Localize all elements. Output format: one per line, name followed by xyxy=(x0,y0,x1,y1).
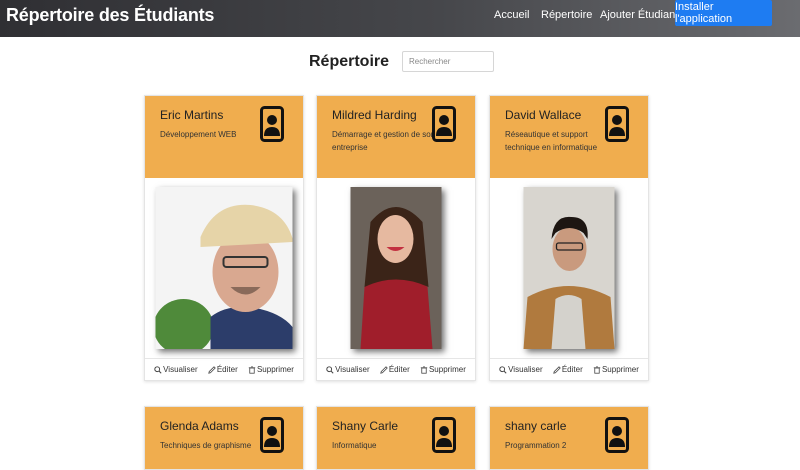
contact-card-icon xyxy=(605,106,629,142)
student-name: Mildred Harding xyxy=(332,108,417,122)
contact-card-icon xyxy=(432,417,456,453)
student-card: David Wallace Réseautique et support tec… xyxy=(489,95,649,381)
pencil-icon xyxy=(380,366,388,374)
card-photo-area xyxy=(317,178,475,358)
pencil-icon xyxy=(553,366,561,374)
card-header: Eric Martins Développement WEB xyxy=(145,96,303,178)
edit-button[interactable]: Éditer xyxy=(208,365,238,374)
search-input[interactable] xyxy=(402,51,494,72)
install-app-button[interactable]: Installer l'application xyxy=(675,0,772,26)
card-photo-area xyxy=(490,178,648,358)
student-program: Programmation 2 xyxy=(505,441,567,450)
student-card: Eric Martins Développement WEB Visualise… xyxy=(144,95,304,381)
nav-link-accueil[interactable]: Accueil xyxy=(494,9,529,21)
student-photo xyxy=(523,187,615,349)
student-program: Développement WEB xyxy=(160,130,237,139)
page-title: Répertoire xyxy=(309,53,390,70)
delete-button[interactable]: Supprimer xyxy=(420,365,466,374)
app-brand[interactable]: Répertoire des Étudiants xyxy=(6,5,214,26)
card-header: David Wallace Réseautique et support tec… xyxy=(490,96,648,178)
contact-card-icon xyxy=(260,417,284,453)
edit-button[interactable]: Éditer xyxy=(380,365,410,374)
card-actions: Visualiser Éditer Supprimer xyxy=(490,358,648,380)
student-name: Shany Carle xyxy=(332,419,399,433)
search-icon xyxy=(326,366,334,374)
pencil-icon xyxy=(208,366,216,374)
view-button[interactable]: Visualiser xyxy=(499,365,543,374)
card-header: Glenda Adams Techniques de graphisme xyxy=(145,407,303,469)
student-program: Techniques de graphisme xyxy=(160,441,252,450)
trash-icon xyxy=(420,366,428,374)
student-card: shany carle Programmation 2 xyxy=(489,406,649,470)
contact-card-icon xyxy=(605,417,629,453)
student-photo xyxy=(350,187,442,349)
student-name: Eric Martins xyxy=(160,108,224,122)
student-name: David Wallace xyxy=(505,108,582,122)
card-photo-area xyxy=(145,178,303,358)
student-name: shany carle xyxy=(505,419,567,433)
contact-card-icon xyxy=(432,106,456,142)
navbar: Répertoire des Étudiants Accueil Réperto… xyxy=(0,0,800,37)
student-card: Glenda Adams Techniques de graphisme xyxy=(144,406,304,470)
student-photo xyxy=(155,187,293,349)
trash-icon xyxy=(593,366,601,374)
card-header: shany carle Programmation 2 xyxy=(490,407,648,469)
search-icon xyxy=(154,366,162,374)
search-icon xyxy=(499,366,507,374)
nav-link-ajouter-etudiant[interactable]: Ajouter Étudiant xyxy=(600,9,678,21)
trash-icon xyxy=(248,366,256,374)
view-button[interactable]: Visualiser xyxy=(326,365,370,374)
card-actions: Visualiser Éditer Supprimer xyxy=(145,358,303,380)
card-actions: Visualiser Éditer Supprimer xyxy=(317,358,475,380)
student-program: Démarrage et gestion de son entreprise xyxy=(332,130,436,152)
card-header: Mildred Harding Démarrage et gestion de … xyxy=(317,96,475,178)
delete-button[interactable]: Supprimer xyxy=(593,365,639,374)
edit-button[interactable]: Éditer xyxy=(553,365,583,374)
nav-link-repertoire[interactable]: Répertoire xyxy=(541,9,592,21)
student-card: Mildred Harding Démarrage et gestion de … xyxy=(316,95,476,381)
student-card: Shany Carle Informatique xyxy=(316,406,476,470)
student-program: Réseautique et support technique en info… xyxy=(505,130,598,152)
view-button[interactable]: Visualiser xyxy=(154,365,198,374)
delete-button[interactable]: Supprimer xyxy=(248,365,294,374)
student-program: Informatique xyxy=(332,441,377,450)
contact-card-icon xyxy=(260,106,284,142)
card-header: Shany Carle Informatique xyxy=(317,407,475,469)
student-name: Glenda Adams xyxy=(160,419,239,433)
